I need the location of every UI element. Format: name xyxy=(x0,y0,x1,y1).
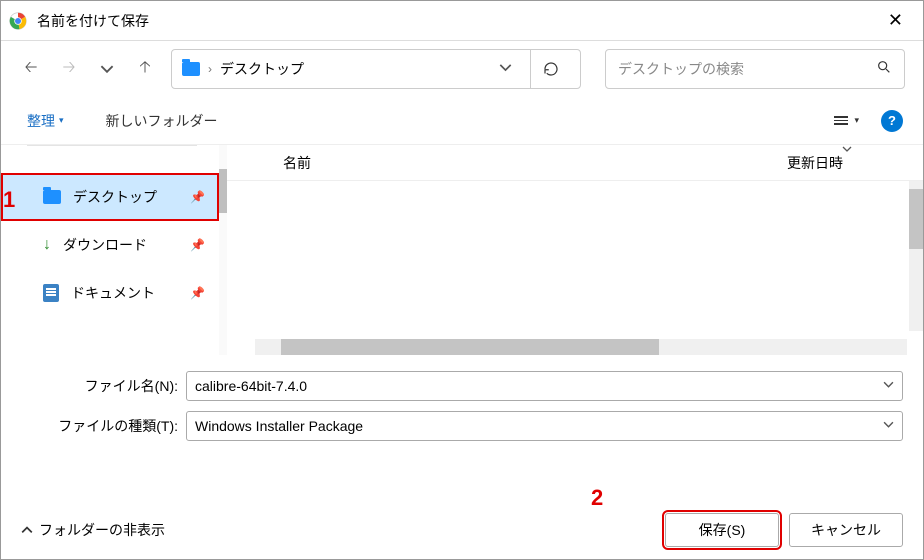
chrome-icon xyxy=(9,12,27,30)
refresh-button[interactable] xyxy=(530,49,570,89)
content-area: デスクトップ 📌 ↓ ダウンロード 📌 ドキュメント 📌 名前 更新日時 xyxy=(1,145,923,355)
filename-input[interactable]: calibre-64bit-7.4.0 xyxy=(186,371,903,401)
filetype-label: ファイルの種類(T): xyxy=(21,416,186,436)
chevron-right-icon: › xyxy=(208,62,212,76)
form-area: ファイル名(N): calibre-64bit-7.4.0 ファイルの種類(T)… xyxy=(1,355,923,455)
view-options-button[interactable]: ▾ xyxy=(830,111,863,130)
address-bar[interactable]: › デスクトップ xyxy=(171,49,581,89)
sort-indicator-icon xyxy=(841,143,853,157)
sidebar-item-label: デスクトップ xyxy=(73,187,157,207)
column-headers: 名前 更新日時 xyxy=(227,145,923,181)
pin-icon: 📌 xyxy=(190,238,205,252)
up-button[interactable]: 🡡 xyxy=(133,57,157,81)
toolbar: 整理▾ 新しいフォルダー ▾ ? xyxy=(1,97,923,145)
sidebar-item-desktop[interactable]: デスクトップ 📌 xyxy=(1,173,219,221)
chevron-down-icon[interactable] xyxy=(883,419,894,433)
document-icon xyxy=(43,284,59,302)
search-icon[interactable] xyxy=(876,59,892,80)
back-button[interactable]: 🡠 xyxy=(19,57,43,81)
download-icon: ↓ xyxy=(43,236,51,254)
sidebar-resizer[interactable] xyxy=(219,145,227,355)
list-icon xyxy=(834,116,848,125)
nav-bar: 🡠 🡢 🡡 › デスクトップ xyxy=(1,41,923,97)
pin-icon: 📌 xyxy=(190,286,205,300)
sidebar-item-label: ドキュメント xyxy=(71,283,155,303)
pin-icon: 📌 xyxy=(190,190,205,204)
column-name[interactable]: 名前 xyxy=(227,153,311,173)
organize-button[interactable]: 整理▾ xyxy=(21,107,70,135)
filetype-select[interactable]: Windows Installer Package xyxy=(186,411,903,441)
help-button[interactable]: ? xyxy=(881,110,903,132)
annotation-1: 1 xyxy=(3,187,15,213)
chevron-up-icon xyxy=(21,524,33,536)
column-date[interactable]: 更新日時 xyxy=(787,153,843,173)
new-folder-button[interactable]: 新しいフォルダー xyxy=(100,107,224,135)
chevron-down-icon[interactable] xyxy=(883,379,894,393)
folder-icon xyxy=(182,62,200,76)
vertical-scrollbar[interactable] xyxy=(909,181,923,331)
title-bar: 名前を付けて保存 ✕ xyxy=(1,1,923,41)
desktop-icon xyxy=(43,190,61,204)
sidebar: デスクトップ 📌 ↓ ダウンロード 📌 ドキュメント 📌 xyxy=(1,145,219,355)
file-list-area: 名前 更新日時 xyxy=(227,145,923,355)
save-button[interactable]: 保存(S) xyxy=(665,513,779,547)
horizontal-scrollbar[interactable] xyxy=(255,339,907,355)
file-list[interactable] xyxy=(227,181,923,339)
window-title: 名前を付けて保存 xyxy=(37,11,876,31)
sidebar-item-documents[interactable]: ドキュメント 📌 xyxy=(1,269,219,317)
search-box[interactable] xyxy=(605,49,905,89)
recent-locations-button[interactable] xyxy=(95,57,119,81)
filename-label: ファイル名(N): xyxy=(21,376,186,396)
sidebar-item-label: ダウンロード xyxy=(63,235,147,255)
breadcrumb-location[interactable]: デスクトップ xyxy=(220,59,304,79)
footer: フォルダーの非表示 保存(S) キャンセル xyxy=(1,501,923,559)
search-input[interactable] xyxy=(618,61,876,77)
hide-folders-button[interactable]: フォルダーの非表示 xyxy=(21,520,165,540)
sidebar-item-downloads[interactable]: ↓ ダウンロード 📌 xyxy=(1,221,219,269)
chevron-down-icon[interactable] xyxy=(493,61,518,77)
cancel-button[interactable]: キャンセル xyxy=(789,513,903,547)
annotation-2: 2 xyxy=(591,485,603,511)
close-button[interactable]: ✕ xyxy=(876,6,915,35)
forward-button[interactable]: 🡢 xyxy=(57,57,81,81)
